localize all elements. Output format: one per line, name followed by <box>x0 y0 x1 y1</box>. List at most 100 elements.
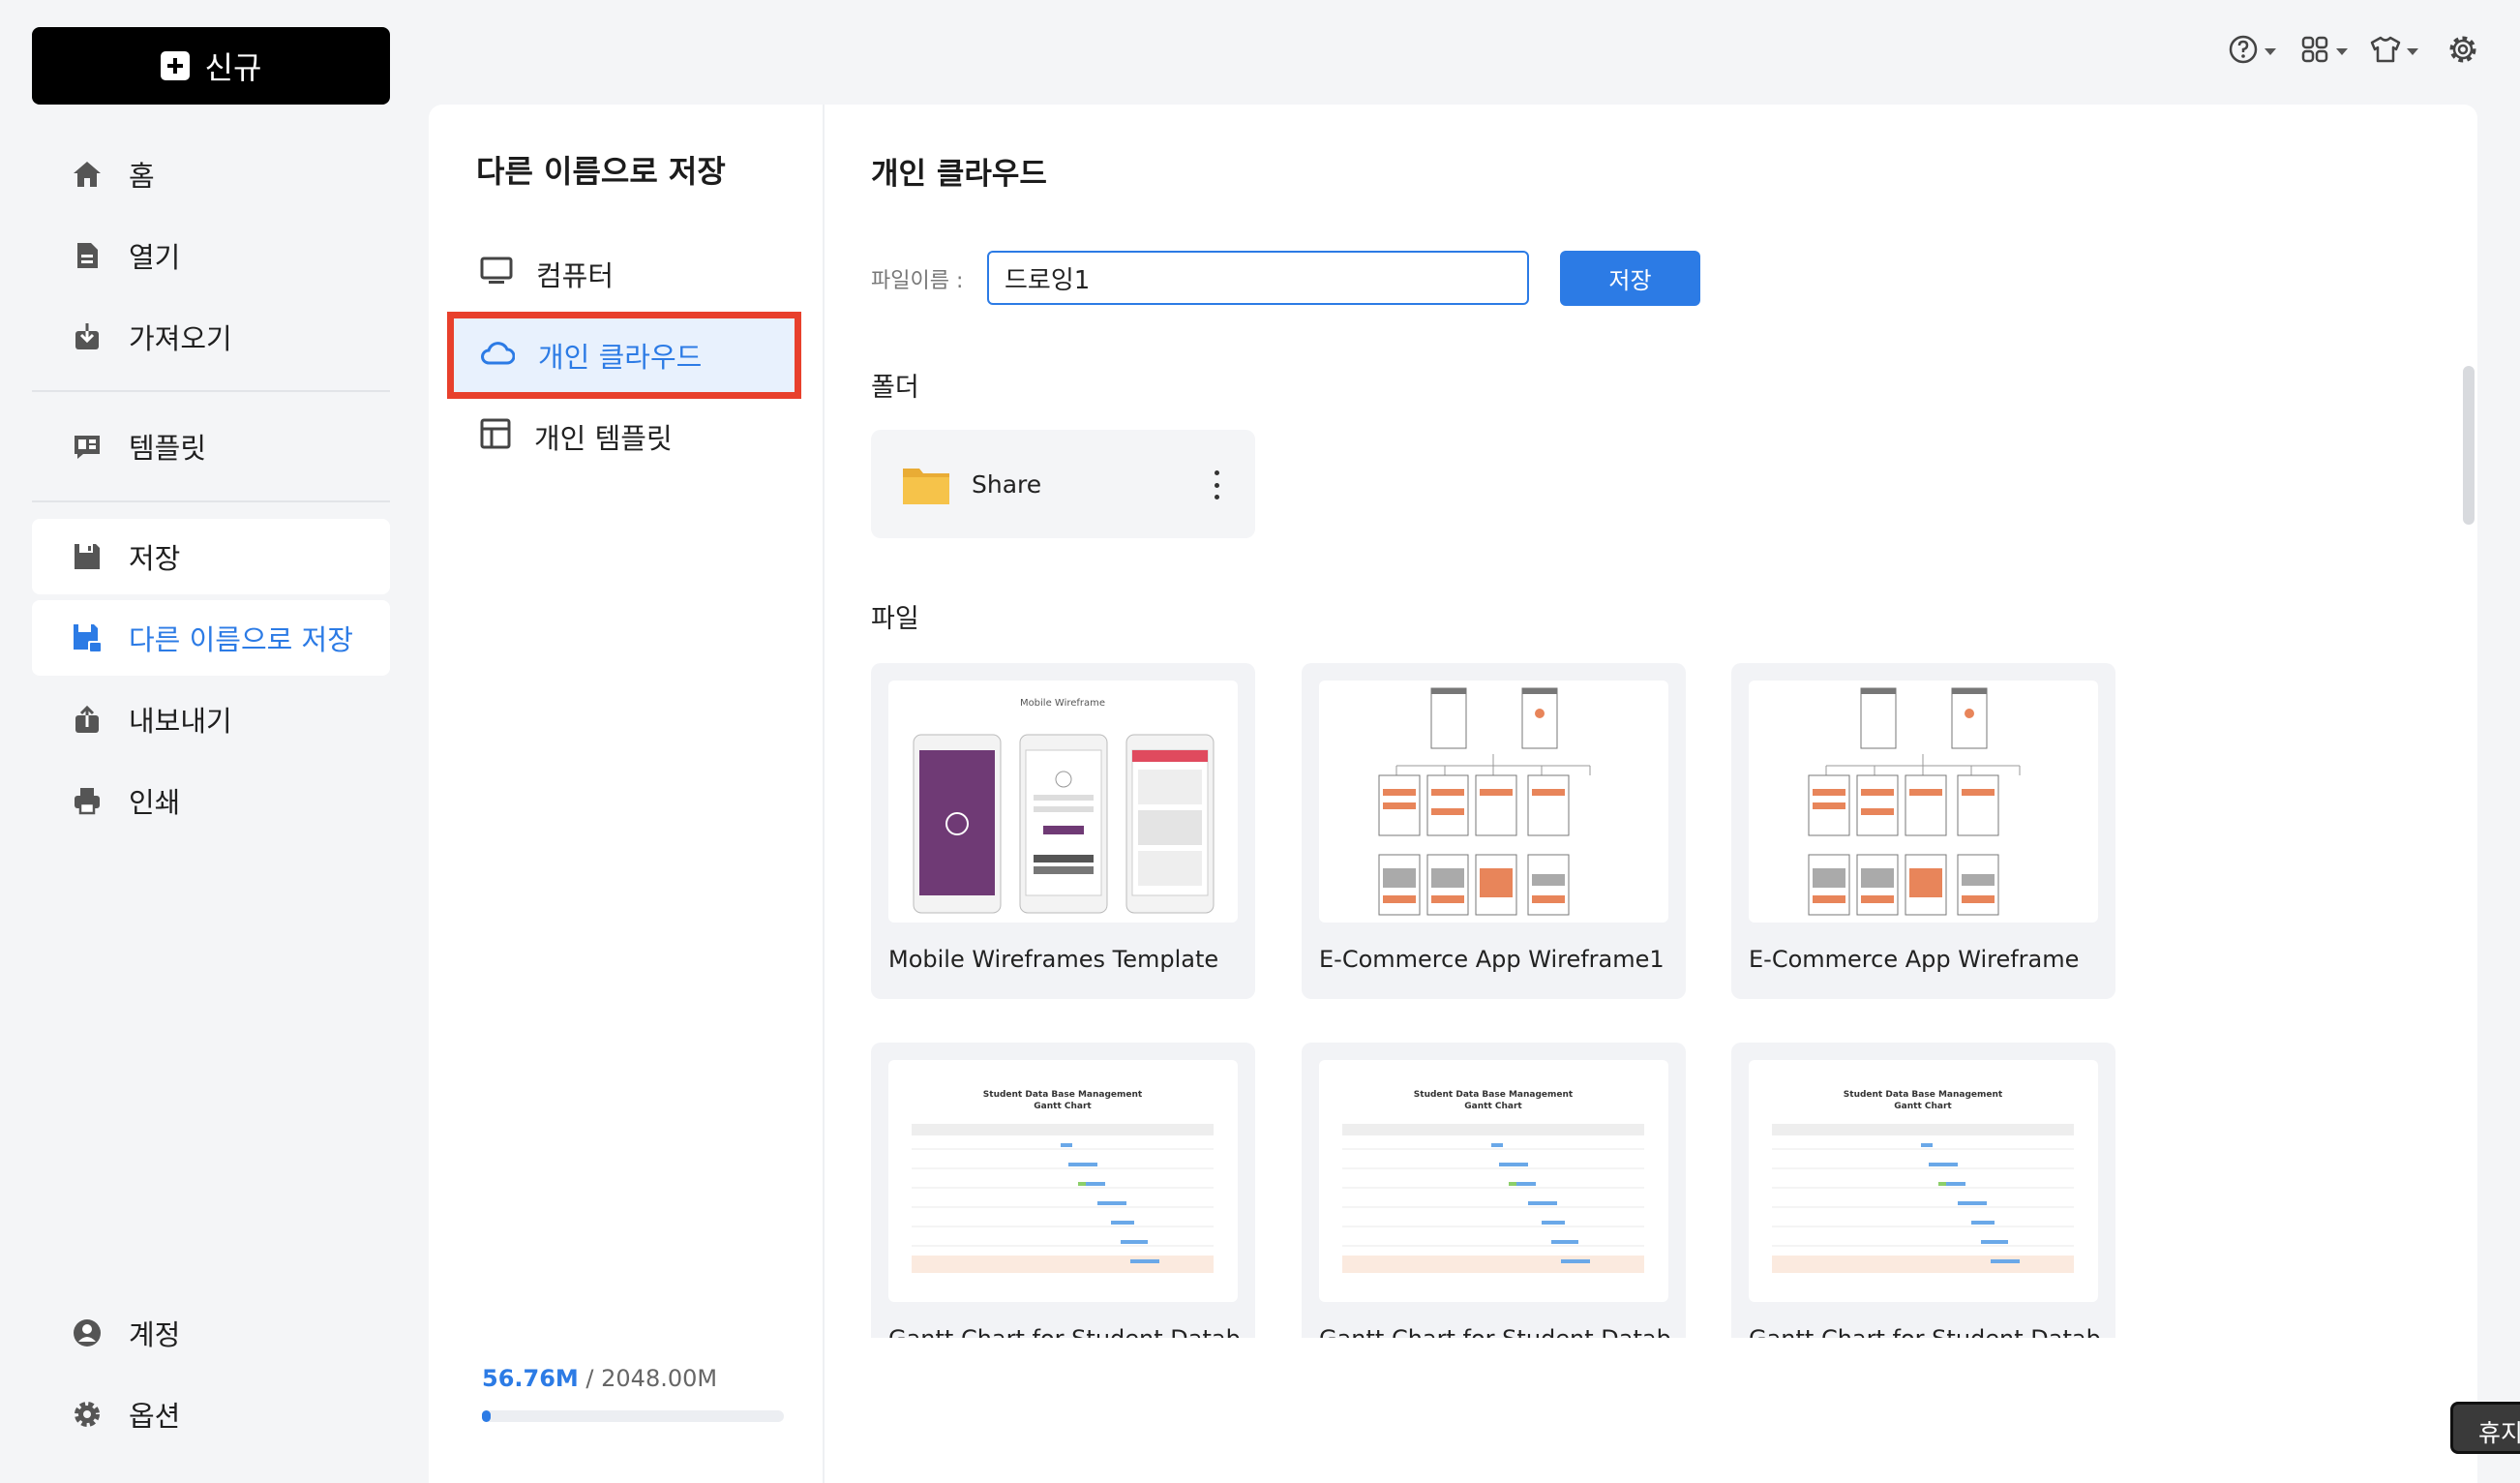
sidebar-item-label: 인쇄 <box>129 786 181 819</box>
file-name: E-Commerce App Wireframe1 <box>1319 946 1665 973</box>
filename-label: 파일이름 : <box>871 269 964 293</box>
file-name: Gantt Chart for Student Datab <box>1319 1325 1671 1338</box>
file-name: Gantt Chart for Student Datab <box>888 1325 1241 1338</box>
files-heading: 파일 <box>871 604 919 634</box>
file-grid: Mobile Wireframe Mobile Wireframes Templ… <box>852 649 2148 1338</box>
storage-usage: 56.76M / 2048.00M <box>482 1365 717 1392</box>
apps-menu[interactable] <box>2299 35 2348 68</box>
save-icon <box>71 540 104 573</box>
import-icon <box>71 320 104 353</box>
sidebar-item-label: 계정 <box>129 1318 181 1351</box>
location-label: 컴퓨터 <box>536 259 615 292</box>
folder-card[interactable]: Share <box>871 430 1255 538</box>
file-name: Gantt Chart for Student Datab <box>1749 1325 2101 1338</box>
sidebar-item-export[interactable]: 내보내기 <box>32 681 390 757</box>
account-icon <box>71 1317 104 1349</box>
storage-progress-bar <box>482 1410 784 1422</box>
file-card[interactable]: Student Data Base Management Gantt Chart… <box>1731 1043 2115 1338</box>
folders-heading: 폴더 <box>871 373 919 403</box>
sidebar-item-label: 가져오기 <box>129 322 232 355</box>
folder-name: Share <box>972 469 1042 499</box>
file-card[interactable]: E-Commerce App Wireframe1 <box>1302 663 1686 999</box>
sidebar-item-options[interactable]: 옵션 <box>32 1377 390 1452</box>
chevron-down-icon <box>2265 47 2276 55</box>
content-title: 개인 클라우드 <box>871 157 1047 192</box>
thumb-title: Student Data Base Management <box>983 1090 1143 1100</box>
plus-icon <box>160 51 190 80</box>
template-icon <box>71 430 104 463</box>
save-as-icon <box>71 621 104 654</box>
file-card[interactable]: Mobile Wireframe Mobile Wireframes Templ… <box>871 663 1255 999</box>
cloud-icon <box>480 339 516 373</box>
storage-total: / 2048.00M <box>578 1365 718 1392</box>
new-button[interactable]: 신규 <box>32 27 390 105</box>
file-card[interactable]: Student Data Base Management Gantt Chart… <box>871 1043 1255 1338</box>
sidebar-item-home[interactable]: 홈 <box>32 136 390 212</box>
sidebar-item-label: 내보내기 <box>129 705 232 738</box>
location-personal-cloud[interactable]: 개인 클라우드 <box>447 312 801 399</box>
help-icon <box>2228 34 2259 69</box>
settings-icon <box>2447 34 2478 69</box>
sidebar-item-import[interactable]: 가져오기 <box>32 299 390 375</box>
thumb-subtitle: Gantt Chart <box>1034 1102 1092 1111</box>
thumb-subtitle: Gantt Chart <box>1894 1102 1952 1111</box>
sidebar-item-account[interactable]: 계정 <box>32 1295 390 1371</box>
storage-progress-fill <box>482 1410 491 1422</box>
sidebar-item-label: 홈 <box>129 160 155 193</box>
file-thumbnail: Mobile Wireframe <box>888 681 1238 923</box>
scrollbar[interactable] <box>2463 366 2475 525</box>
monitor-icon <box>480 257 513 292</box>
thumb-title: Mobile Wireframe <box>1020 698 1105 709</box>
sidebar-item-label: 템플릿 <box>129 432 207 465</box>
column-divider <box>823 105 825 1483</box>
sidebar-item-label: 다른 이름으로 저장 <box>129 623 353 656</box>
location-computer[interactable]: 컴퓨터 <box>447 230 801 318</box>
file-thumbnail: Student Data Base Management Gantt Chart <box>1319 1060 1668 1302</box>
location-label: 개인 템플릿 <box>534 422 673 455</box>
sidebar-divider <box>32 390 390 392</box>
chevron-down-icon <box>2336 47 2348 55</box>
sidebar-item-save-as[interactable]: 다른 이름으로 저장 <box>32 600 390 676</box>
more-vertical-icon[interactable] <box>1213 470 1220 499</box>
theme-icon <box>2370 34 2401 69</box>
location-personal-templates[interactable]: 개인 템플릿 <box>447 393 801 480</box>
file-open-icon <box>71 239 104 272</box>
storage-used: 56.76M <box>482 1365 579 1392</box>
print-icon <box>71 784 104 817</box>
sidebar-divider <box>32 500 390 502</box>
thumb-subtitle: Gantt Chart <box>1464 1102 1522 1111</box>
apps-icon <box>2299 34 2330 69</box>
thumb-title: Student Data Base Management <box>1414 1090 1574 1100</box>
layout-icon <box>480 418 511 456</box>
chevron-down-icon <box>2407 47 2418 55</box>
sidebar-item-templates[interactable]: 템플릿 <box>32 409 390 484</box>
file-card[interactable]: E-Commerce App Wireframe <box>1731 663 2115 999</box>
file-name: Mobile Wireframes Template <box>888 946 1219 973</box>
file-thumbnail: Student Data Base Management Gantt Chart <box>1749 1060 2098 1302</box>
file-name: E-Commerce App Wireframe <box>1749 946 2080 973</box>
save-as-title: 다른 이름으로 저장 <box>476 153 726 190</box>
home-icon <box>71 158 104 191</box>
settings-button[interactable] <box>2447 35 2478 68</box>
file-thumbnail <box>1319 681 1668 923</box>
trash-button[interactable]: 휴지 <box>2450 1402 2520 1454</box>
file-card[interactable]: Student Data Base Management Gantt Chart… <box>1302 1043 1686 1338</box>
export-icon <box>71 703 104 736</box>
sidebar-item-label: 열기 <box>129 241 181 274</box>
gear-icon <box>71 1398 104 1431</box>
file-thumbnail <box>1749 681 2098 923</box>
sidebar-item-label: 저장 <box>129 542 181 575</box>
sidebar-item-save[interactable]: 저장 <box>32 519 390 594</box>
filename-input[interactable] <box>987 251 1529 305</box>
save-button[interactable]: 저장 <box>1560 251 1700 306</box>
theme-menu[interactable] <box>2370 35 2418 68</box>
help-menu[interactable] <box>2228 35 2276 68</box>
file-thumbnail: Student Data Base Management Gantt Chart <box>888 1060 1238 1302</box>
sidebar-item-open[interactable]: 열기 <box>32 218 390 293</box>
folder-icon <box>902 465 950 504</box>
thumb-title: Student Data Base Management <box>1844 1090 2003 1100</box>
sidebar-item-print[interactable]: 인쇄 <box>32 763 390 838</box>
location-label: 개인 클라우드 <box>538 341 703 374</box>
new-button-label: 신규 <box>204 49 262 86</box>
sidebar-item-label: 옵션 <box>129 1400 181 1433</box>
